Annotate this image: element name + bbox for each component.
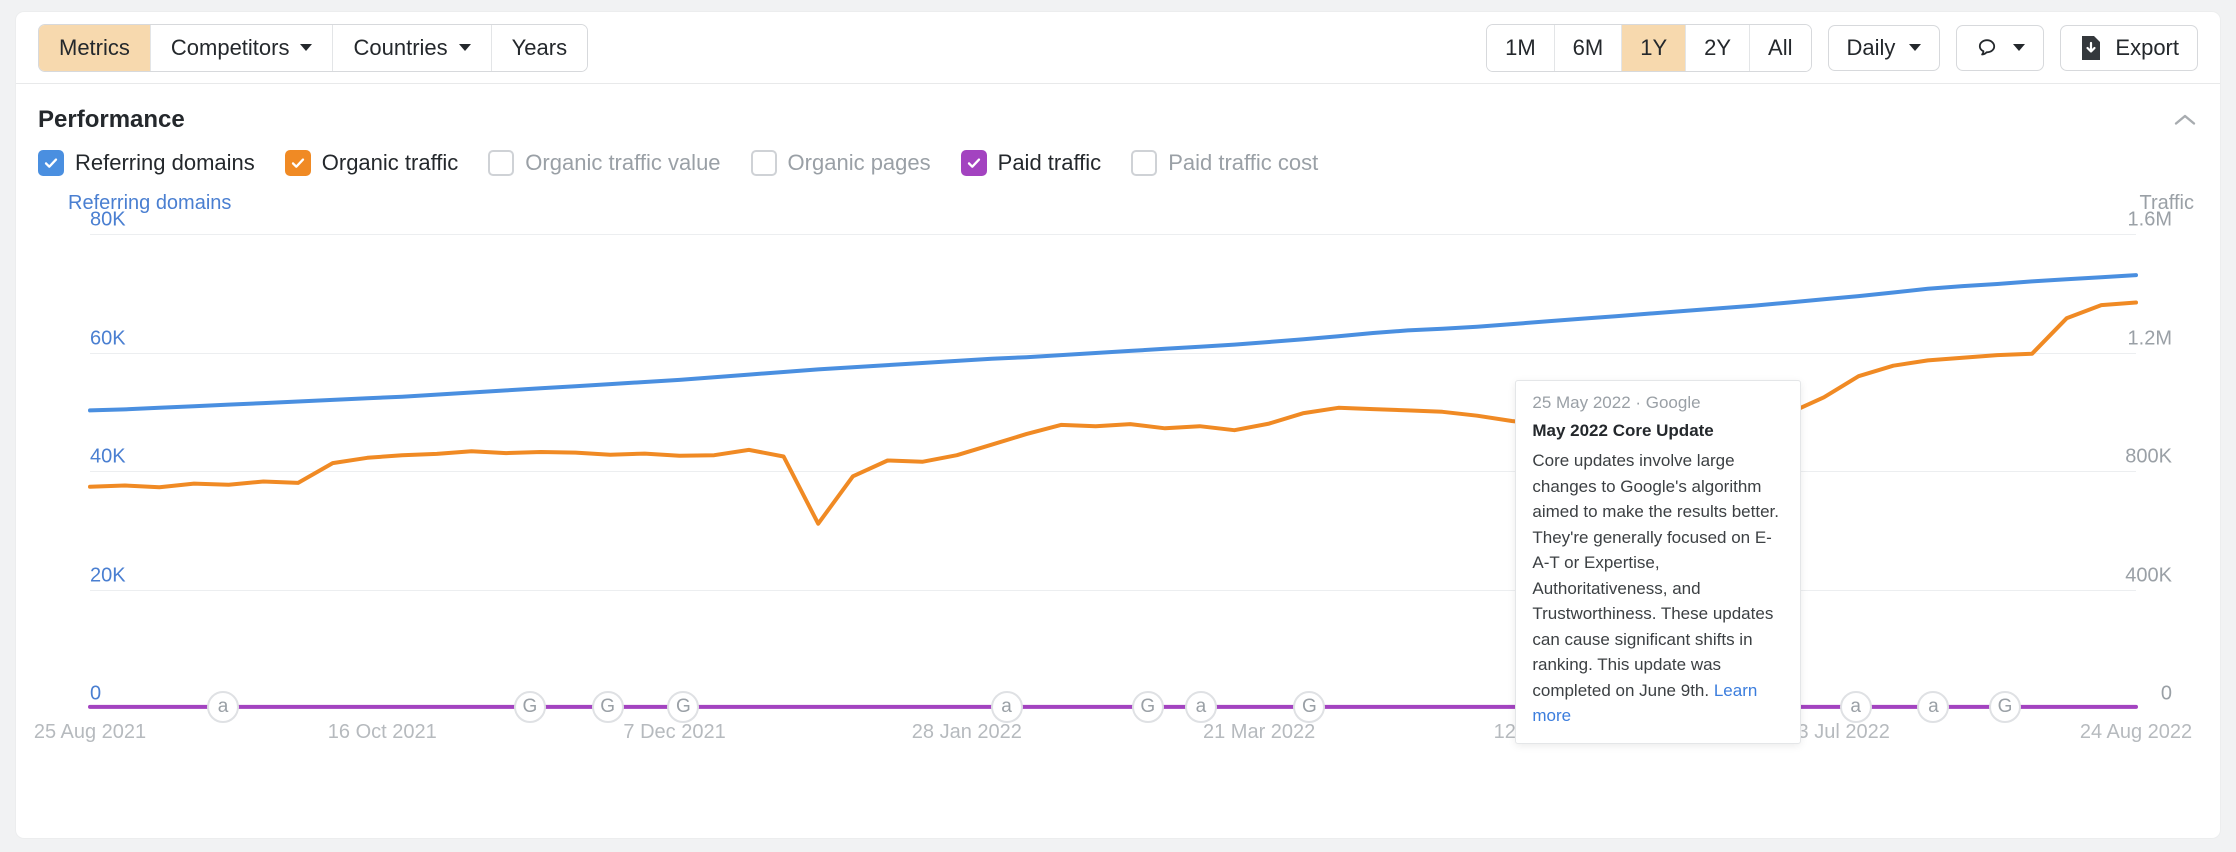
range-2y[interactable]: 2Y (1686, 24, 1751, 71)
series-line-organic-traffic (88, 300, 2138, 526)
download-file-icon (2079, 35, 2103, 61)
tab-years[interactable]: Years (491, 24, 588, 71)
tab-metrics[interactable]: Metrics (39, 24, 151, 71)
checkbox-referring-domains[interactable] (38, 150, 64, 176)
tab-countries-label: Countries (353, 34, 448, 60)
legend-item-organic-traffic[interactable]: Organic traffic (284, 150, 459, 176)
checkbox-organic-traffic-value[interactable] (488, 150, 515, 176)
chevron-up-icon[interactable] (2172, 107, 2198, 133)
event-marker-ahrefs[interactable]: a (206, 690, 239, 723)
event-marker-google[interactable]: G (513, 690, 546, 723)
range-all[interactable]: All (1750, 24, 1811, 71)
tab-metrics-label: Metrics (59, 34, 130, 60)
tab-years-label: Years (511, 34, 568, 60)
range-1y[interactable]: 1Y (1622, 24, 1687, 71)
checkbox-paid-traffic[interactable] (960, 150, 987, 176)
tab-competitors[interactable]: Competitors (150, 24, 334, 71)
toolbar: Metrics Competitors Countries Years 1M 6… (16, 12, 2220, 84)
chevron-down-icon (300, 44, 313, 51)
page-root: Metrics Competitors Countries Years 1M 6… (0, 0, 2236, 852)
event-marker-google[interactable]: G (1293, 690, 1326, 723)
legend-item-referring-domains[interactable]: Referring domains (38, 150, 255, 176)
export-label: Export (2115, 34, 2179, 60)
range-1m[interactable]: 1M (1487, 24, 1555, 71)
tooltip-body-text: Core updates involve large changes to Go… (1532, 451, 1779, 700)
performance-chart: Referring domains Traffic 80K 1.6M 60K 1.2M… (16, 192, 2220, 752)
event-tooltip: 25 May 2022 · Google May 2022 Core Updat… (1515, 380, 1802, 744)
toolbar-right-group: 1M 6M 1Y 2Y All Daily Export (1486, 23, 2198, 72)
range-2y-label: 2Y (1704, 34, 1732, 60)
event-marker-google[interactable]: G (1131, 690, 1164, 723)
notes-dropdown[interactable] (1956, 24, 2045, 71)
event-marker-ahrefs[interactable]: a (1917, 690, 1950, 723)
legend-item-organic-pages[interactable]: Organic pages (750, 150, 931, 176)
range-6m-label: 6M (1572, 34, 1604, 60)
legend-label-organic-traffic-value: Organic traffic value (525, 150, 721, 175)
tab-countries[interactable]: Countries (333, 24, 492, 71)
view-tabs: Metrics Competitors Countries Years (38, 23, 589, 72)
legend-item-paid-traffic[interactable]: Paid traffic (960, 150, 1102, 176)
event-marker-google[interactable]: G (591, 690, 624, 723)
page-title: Performance (38, 106, 185, 133)
chart-series-layer (88, 273, 2138, 709)
section-header: Performance (16, 84, 2220, 134)
legend-label-organic-traffic: Organic traffic (321, 150, 459, 175)
toolbar-left-group: Metrics Competitors Countries Years (38, 23, 589, 72)
range-6m[interactable]: 6M (1554, 24, 1623, 71)
granularity-dropdown[interactable]: Daily (1827, 24, 1941, 71)
checkbox-organic-traffic[interactable] (284, 150, 311, 176)
chevron-down-icon (2013, 44, 2026, 51)
legend-label-organic-pages: Organic pages (787, 150, 931, 175)
checkbox-organic-pages[interactable] (750, 150, 777, 176)
event-marker-ahrefs[interactable]: a (990, 690, 1023, 723)
chevron-down-icon (1909, 44, 1922, 51)
event-marker-google[interactable]: G (667, 690, 700, 723)
series-line-referring-domains (88, 273, 2138, 413)
chevron-down-icon (458, 44, 471, 51)
legend-item-paid-traffic-cost[interactable]: Paid traffic cost (1131, 150, 1318, 176)
range-all-label: All (1768, 34, 1793, 60)
tooltip-meta: 25 May 2022 · Google (1532, 393, 1701, 412)
metrics-legend: Referring domains Organic traffic Organi… (16, 134, 2220, 176)
checkbox-paid-traffic-cost[interactable] (1131, 150, 1158, 176)
chart-plot-area: 80K 1.6M 60K 1.2M 40K 800K 20K 400K 0 0 25 Aug 202… (34, 209, 2198, 752)
date-range-selector: 1M 6M 1Y 2Y All (1486, 23, 1812, 72)
event-marker-ahrefs[interactable]: a (1839, 690, 1872, 723)
legend-label-paid-traffic: Paid traffic (997, 150, 1102, 175)
range-1y-label: 1Y (1640, 34, 1668, 60)
range-1m-label: 1M (1505, 34, 1536, 60)
granularity-label: Daily (1846, 34, 1896, 60)
speech-bubble-icon (1975, 36, 1999, 60)
tooltip-body: Core updates involve large changes to Go… (1532, 448, 1784, 729)
tab-competitors-label: Competitors (170, 34, 290, 60)
event-marker-google[interactable]: G (1989, 690, 2022, 723)
legend-item-organic-traffic-value[interactable]: Organic traffic value (488, 150, 721, 176)
export-button[interactable]: Export (2060, 24, 2198, 71)
event-marker-ahrefs[interactable]: a (1184, 690, 1217, 723)
legend-label-paid-traffic-cost: Paid traffic cost (1168, 150, 1319, 175)
tooltip-title: May 2022 Core Update (1532, 421, 1714, 440)
performance-card: Metrics Competitors Countries Years 1M 6… (16, 12, 2220, 838)
legend-label-referring-domains: Referring domains (75, 150, 255, 175)
